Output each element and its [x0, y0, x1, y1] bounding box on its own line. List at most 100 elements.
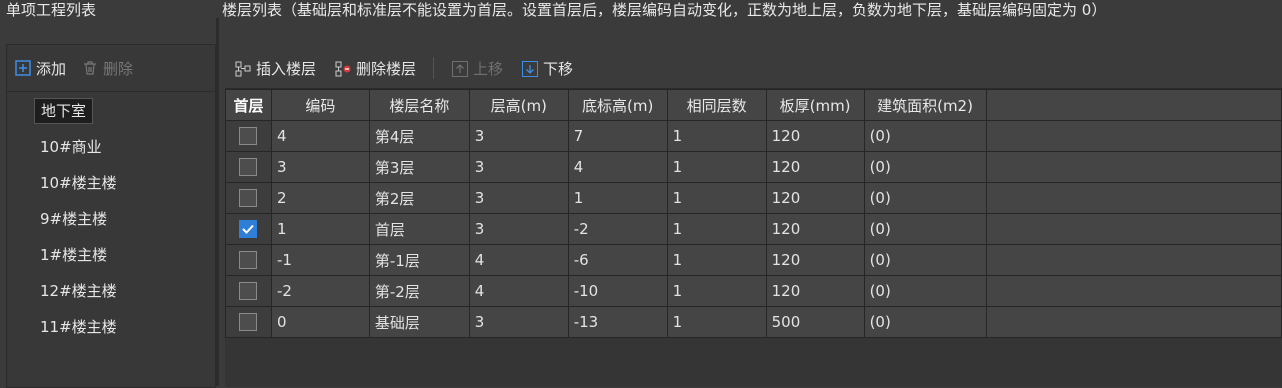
- project-list-item[interactable]: 地下室: [7, 93, 215, 129]
- insert-floor-button[interactable]: 插入楼层: [225, 53, 325, 83]
- table-cell-same[interactable]: 1: [666, 213, 767, 245]
- table-cell-thickness[interactable]: 120: [765, 275, 865, 307]
- table-cell-name[interactable]: 第-2层: [368, 275, 470, 307]
- column-header[interactable]: 建筑面积(m2): [863, 89, 987, 121]
- table-cell-code[interactable]: 2: [270, 182, 370, 214]
- table-row[interactable]: -2 第-2层 4 -10 1 120 (0): [225, 275, 1282, 307]
- table-cell-name[interactable]: 首层: [368, 213, 470, 245]
- table-cell-thickness[interactable]: 120: [765, 182, 865, 214]
- first-floor-cell: [225, 151, 272, 183]
- first-floor-checkbox[interactable]: [239, 127, 258, 146]
- table-cell-bottom[interactable]: 1: [567, 182, 668, 214]
- panel-splitter[interactable]: [216, 18, 219, 386]
- first-floor-checkbox[interactable]: [239, 282, 258, 301]
- column-header[interactable]: 编码: [270, 89, 370, 121]
- first-floor-checkbox[interactable]: [239, 220, 258, 239]
- table-cell-bottom[interactable]: 4: [567, 151, 668, 183]
- table-cell-thickness[interactable]: 120: [765, 213, 865, 245]
- row-filler: [985, 182, 1282, 214]
- first-floor-cell: [225, 120, 272, 152]
- table-cell-name[interactable]: 基础层: [368, 306, 470, 338]
- row-filler: [985, 120, 1282, 152]
- project-list-item[interactable]: 9#楼主楼: [7, 201, 215, 237]
- project-list-item[interactable]: 11#楼主楼: [7, 309, 215, 345]
- table-cell-same[interactable]: 1: [666, 306, 767, 338]
- delete-project-button[interactable]: 删除: [74, 53, 141, 83]
- column-header[interactable]: 相同层数: [666, 89, 767, 121]
- table-cell-height[interactable]: 3: [468, 120, 569, 152]
- table-cell-bottom[interactable]: -10: [567, 275, 668, 307]
- table-cell-same[interactable]: 1: [666, 182, 767, 214]
- table-cell-area[interactable]: (0): [863, 213, 987, 245]
- column-header[interactable]: 楼层名称: [368, 89, 470, 121]
- table-row[interactable]: 0 基础层 3 -13 1 500 (0): [225, 306, 1282, 338]
- table-cell-height[interactable]: 4: [468, 244, 569, 276]
- table-row[interactable]: 3 第3层 3 4 1 120 (0): [225, 151, 1282, 183]
- first-floor-checkbox[interactable]: [239, 251, 258, 270]
- table-cell-bottom[interactable]: 7: [567, 120, 668, 152]
- table-cell-area[interactable]: (0): [863, 151, 987, 183]
- table-cell-same[interactable]: 1: [666, 244, 767, 276]
- row-filler: [985, 306, 1282, 338]
- project-list-item[interactable]: 12#楼主楼: [7, 273, 215, 309]
- project-list-panel: 添加 删除 地下室 10#商业 10#楼主楼 9#楼主楼 1#楼主楼 12#楼主楼 11#楼…: [6, 44, 216, 388]
- table-cell-bottom[interactable]: -6: [567, 244, 668, 276]
- table-row[interactable]: 1 首层 3 -2 1 120 (0): [225, 213, 1282, 245]
- project-list: 地下室 10#商业 10#楼主楼 9#楼主楼 1#楼主楼 12#楼主楼 11#楼主楼: [7, 93, 215, 345]
- move-down-label: 下移: [543, 59, 574, 78]
- table-cell-height[interactable]: 3: [468, 182, 569, 214]
- table-cell-same[interactable]: 1: [666, 151, 767, 183]
- delete-floor-button[interactable]: 删除楼层: [325, 53, 425, 83]
- table-cell-area[interactable]: (0): [863, 275, 987, 307]
- table-cell-code[interactable]: -1: [270, 244, 370, 276]
- table-row[interactable]: 2 第2层 3 1 1 120 (0): [225, 182, 1282, 214]
- move-down-button[interactable]: 下移: [512, 53, 582, 83]
- table-cell-name[interactable]: 第4层: [368, 120, 470, 152]
- row-filler: [985, 213, 1282, 245]
- column-header[interactable]: 底标高(m): [567, 89, 668, 121]
- table-cell-area[interactable]: (0): [863, 306, 987, 338]
- table-cell-height[interactable]: 4: [468, 275, 569, 307]
- delete-floor-label: 删除楼层: [356, 59, 417, 78]
- table-row[interactable]: -1 第-1层 4 -6 1 120 (0): [225, 244, 1282, 276]
- table-cell-bottom[interactable]: -13: [567, 306, 668, 338]
- table-cell-name[interactable]: 第2层: [368, 182, 470, 214]
- table-cell-height[interactable]: 3: [468, 306, 569, 338]
- first-floor-checkbox[interactable]: [239, 313, 258, 332]
- table-cell-height[interactable]: 3: [468, 213, 569, 245]
- table-cell-code[interactable]: 0: [270, 306, 370, 338]
- table-cell-thickness[interactable]: 120: [765, 151, 865, 183]
- project-list-item[interactable]: 1#楼主楼: [7, 237, 215, 273]
- first-floor-checkbox[interactable]: [239, 158, 258, 177]
- table-row[interactable]: 4 第4层 3 7 1 120 (0): [225, 120, 1282, 152]
- table-cell-same[interactable]: 1: [666, 275, 767, 307]
- first-floor-cell: [225, 306, 272, 338]
- project-list-item[interactable]: 10#商业: [7, 129, 215, 165]
- add-project-label: 添加: [36, 59, 67, 78]
- table-cell-name[interactable]: 第-1层: [368, 244, 470, 276]
- table-cell-code[interactable]: 1: [270, 213, 370, 245]
- table-cell-thickness[interactable]: 120: [765, 244, 865, 276]
- table-cell-height[interactable]: 3: [468, 151, 569, 183]
- column-header[interactable]: 层高(m): [468, 89, 569, 121]
- move-up-button[interactable]: 上移: [442, 53, 512, 83]
- column-header[interactable]: 板厚(mm): [765, 89, 865, 121]
- table-cell-thickness[interactable]: 500: [765, 306, 865, 338]
- project-list-item[interactable]: 10#楼主楼: [7, 165, 215, 201]
- table-cell-area[interactable]: (0): [863, 120, 987, 152]
- table-cell-same[interactable]: 1: [666, 120, 767, 152]
- table-cell-thickness[interactable]: 120: [765, 120, 865, 152]
- add-project-button[interactable]: 添加: [7, 53, 74, 83]
- table-cell-code[interactable]: 3: [270, 151, 370, 183]
- table-cell-name[interactable]: 第3层: [368, 151, 470, 183]
- table-cell-code[interactable]: -2: [270, 275, 370, 307]
- first-floor-checkbox[interactable]: [239, 189, 258, 208]
- table-cell-area[interactable]: (0): [863, 244, 987, 276]
- table-cell-bottom[interactable]: -2: [567, 213, 668, 245]
- table-cell-code[interactable]: 4: [270, 120, 370, 152]
- project-item-label: 10#商业: [40, 138, 102, 156]
- column-header[interactable]: 首层: [225, 89, 272, 121]
- table-cell-area[interactable]: (0): [863, 182, 987, 214]
- toolbar-separator: [433, 57, 435, 79]
- first-floor-cell: [225, 213, 272, 245]
